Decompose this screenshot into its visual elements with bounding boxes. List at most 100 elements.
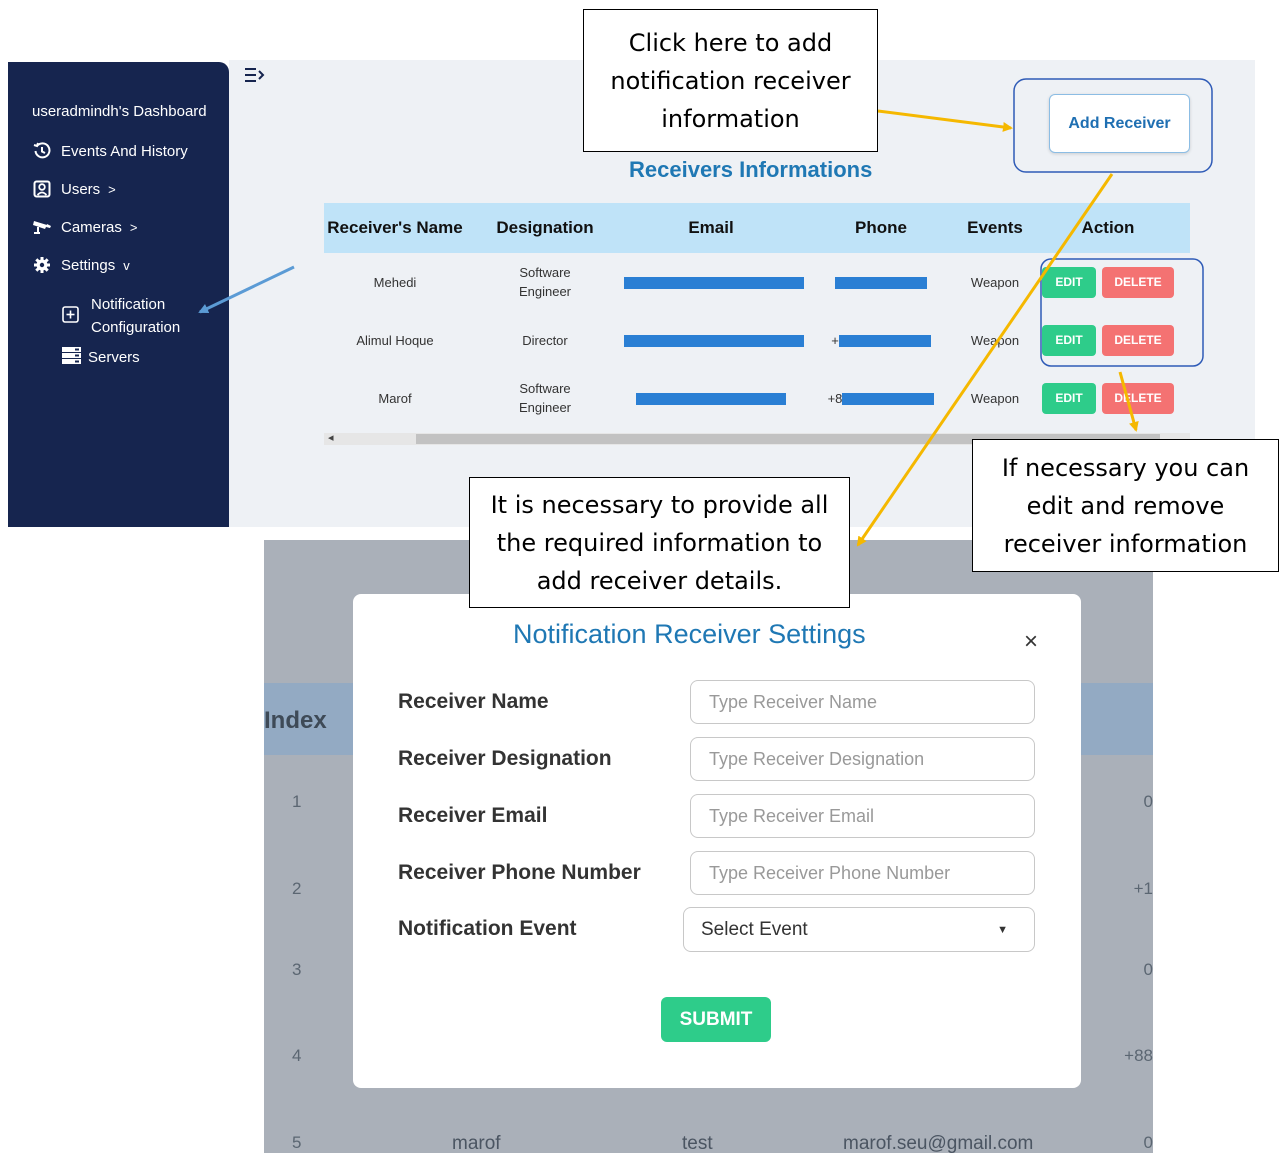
callout-line: the required information to xyxy=(496,528,823,557)
cell-event: Weapon xyxy=(970,332,1020,348)
callout-edit-remove: If necessary you can edit and remove rec… xyxy=(972,439,1279,572)
delete-button[interactable]: DELETE xyxy=(1102,382,1174,414)
sidebar-item-label: Settings xyxy=(61,256,116,274)
background-phone: 0 xyxy=(1143,792,1153,811)
sidebar-item-notification-configuration[interactable]: Notification Configuration xyxy=(62,293,180,339)
modal-screenshot: Index 1 2 3 4 5 0 +1 0 +88 0 marof test … xyxy=(264,540,1153,1153)
column-header-action: Action xyxy=(1081,218,1135,237)
event-select-value: Select Event xyxy=(701,918,808,940)
background-name: marof xyxy=(452,1133,501,1153)
receiver-name-label: Receiver Name xyxy=(398,690,549,713)
plus-square-icon xyxy=(62,306,82,326)
background-phone: +1 xyxy=(1133,879,1153,898)
background-index: 2 xyxy=(292,879,302,898)
notification-event-select[interactable]: Select Event ▼ xyxy=(683,907,1035,952)
chevron-down-icon: v xyxy=(123,257,130,273)
menu-toggle-icon[interactable] xyxy=(243,64,265,92)
cell-email-redacted xyxy=(624,333,804,348)
cell-designation: Director xyxy=(466,333,624,348)
callout-line: Click here to add xyxy=(628,28,833,57)
sidebar: useradmindh's Dashboard Events And Histo… xyxy=(8,62,229,527)
edit-button[interactable]: EDIT xyxy=(1042,266,1096,298)
background-phone: 0 xyxy=(1143,1133,1153,1152)
receiver-email-label: Receiver Email xyxy=(398,804,548,827)
cell-designation-line2: Engineer xyxy=(518,284,572,299)
callout-line: information xyxy=(661,104,800,133)
sidebar-item-label: Servers xyxy=(88,348,140,366)
column-header-phone: Phone xyxy=(855,218,907,237)
receiver-name-input[interactable]: Type Receiver Name xyxy=(690,680,1035,724)
scroll-left-icon[interactable]: ◂ xyxy=(328,431,334,444)
receiver-designation-label: Receiver Designation xyxy=(398,747,612,770)
sidebar-item-label: Cameras xyxy=(61,218,122,236)
column-header-designation: Designation xyxy=(496,218,594,237)
cell-name: Alimul Hoque xyxy=(356,332,434,348)
background-index: 3 xyxy=(292,960,302,979)
cell-name: Marof xyxy=(378,390,412,406)
cell-actions: EDIT DELETE xyxy=(1026,324,1190,356)
background-phone: 0 xyxy=(1143,960,1153,979)
receiver-email-input[interactable]: Type Receiver Email xyxy=(690,794,1035,838)
notification-event-label: Notification Event xyxy=(398,917,577,940)
cell-actions: EDIT DELETE xyxy=(1026,266,1190,298)
camera-icon xyxy=(32,217,52,237)
sidebar-item-servers[interactable]: Servers xyxy=(62,347,140,367)
callout-line: edit and remove xyxy=(1026,491,1225,520)
callout-line: It is necessary to provide all xyxy=(490,490,829,519)
table-row: Mehedi Software Engineer Weapon EDIT DELE… xyxy=(324,253,1190,311)
caret-down-icon: ▼ xyxy=(997,923,1008,936)
table-row: Marof Software Engineer +8 Weapon EDIT DE… xyxy=(324,369,1190,427)
table-header: Receiver's Name Designation Email Phone … xyxy=(324,203,1190,253)
background-index: 4 xyxy=(292,1046,302,1065)
cell-phone-redacted: +8 xyxy=(798,391,964,406)
cell-event: Weapon xyxy=(970,390,1020,406)
callout-line: notification receiver xyxy=(610,66,851,95)
delete-button[interactable]: DELETE xyxy=(1102,324,1174,356)
background-designation: test xyxy=(682,1133,713,1153)
callout-add-receiver: Click here to add notification receiver … xyxy=(583,9,878,152)
add-receiver-button[interactable]: Add Receiver xyxy=(1049,94,1190,153)
cell-designation: Software Engineer xyxy=(466,263,624,301)
user-icon xyxy=(32,179,52,199)
cell-designation: Software Engineer xyxy=(466,379,624,417)
receiver-phone-label: Receiver Phone Number xyxy=(398,861,641,884)
close-icon[interactable]: × xyxy=(1024,628,1038,656)
table-row: Alimul Hoque Director + Weapon EDIT DELET… xyxy=(324,311,1190,369)
submit-button[interactable]: SUBMIT xyxy=(661,997,771,1042)
cell-phone-prefix: +8 xyxy=(827,390,843,406)
cell-designation-line1: Software xyxy=(519,381,571,396)
server-icon xyxy=(62,347,82,367)
receivers-table: Receiver's Name Designation Email Phone … xyxy=(324,203,1190,427)
callout-required-info: It is necessary to provide all the requi… xyxy=(469,477,850,608)
page-title: Receivers Informations xyxy=(629,157,873,182)
background-index-header: Index xyxy=(264,707,327,734)
sidebar-item-users[interactable]: Users > xyxy=(32,179,116,199)
dashboard-title: useradmindh's Dashboard xyxy=(32,103,207,120)
column-header-events: Events xyxy=(967,218,1023,237)
cell-phone-prefix: + xyxy=(831,332,839,348)
sidebar-sub-label-line2: Configuration xyxy=(91,319,181,336)
cell-phone-redacted xyxy=(798,275,964,290)
sidebar-item-cameras[interactable]: Cameras > xyxy=(32,217,137,237)
column-header-email: Email xyxy=(688,218,734,237)
cell-actions: EDIT DELETE xyxy=(1026,382,1190,414)
column-header-name: Receiver's Name xyxy=(327,218,463,237)
background-index: 1 xyxy=(292,792,302,811)
cell-designation-line2: Engineer xyxy=(518,400,572,415)
gear-icon xyxy=(32,255,52,275)
callout-line: receiver information xyxy=(1003,529,1248,558)
callout-line: If necessary you can xyxy=(1001,453,1250,482)
receiver-phone-input[interactable]: Type Receiver Phone Number xyxy=(690,851,1035,895)
cell-designation-line1: Software xyxy=(519,265,571,280)
edit-button[interactable]: EDIT xyxy=(1042,382,1096,414)
delete-button[interactable]: DELETE xyxy=(1102,266,1174,298)
history-icon xyxy=(32,141,52,161)
sidebar-item-events-history[interactable]: Events And History xyxy=(32,141,188,161)
sidebar-item-settings[interactable]: Settings v xyxy=(32,255,130,275)
edit-button[interactable]: EDIT xyxy=(1042,324,1096,356)
cell-designation-line1: Director xyxy=(522,332,568,348)
cell-name: Mehedi xyxy=(373,274,417,290)
cell-phone-redacted: + xyxy=(798,333,964,348)
receiver-designation-input[interactable]: Type Receiver Designation xyxy=(690,737,1035,781)
chevron-right-icon: > xyxy=(108,181,116,197)
